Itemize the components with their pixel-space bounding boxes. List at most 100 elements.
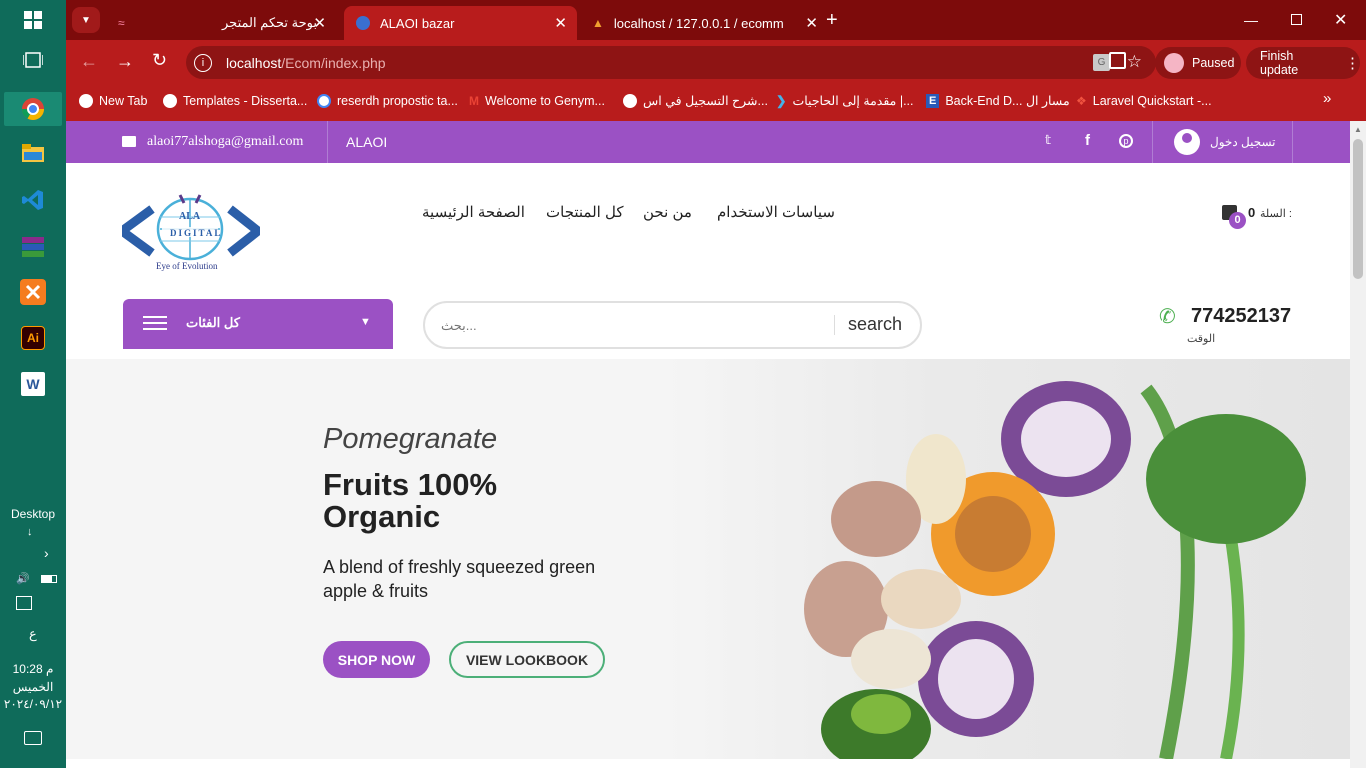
categories-dropdown[interactable]: كل الفئات ▼ <box>123 299 393 349</box>
clock-date[interactable]: ٢٠٢٤/٠٩/١٢ <box>0 697 66 711</box>
phone-number[interactable]: 774252137 <box>1191 305 1291 328</box>
tab-strip: ▼ ≈ بوحة تحكم المتجر ✕ ALAOI bazar ✕ ▲ l… <box>66 0 1366 40</box>
vscode-icon[interactable] <box>18 185 48 215</box>
page-scrollbar[interactable]: ▲ <box>1350 121 1366 768</box>
address-bar[interactable]: i localhost /Ecom/index.php G ☆ <box>186 46 1156 79</box>
phone-subtitle: الوقت <box>1187 333 1216 345</box>
bookmark-label: Welcome to Genym... <box>485 93 605 108</box>
flutter-icon: ❯ <box>776 94 787 108</box>
hero-subtitle: Pomegranate <box>323 423 498 455</box>
nav-all-products[interactable]: كل المنتجات <box>546 203 624 221</box>
gmail-icon: M <box>469 93 479 108</box>
close-tab-icon[interactable]: ✕ <box>805 14 818 32</box>
laravel-icon: ❖ <box>1076 93 1087 108</box>
brand-name: ALAOI <box>346 134 388 150</box>
nav-home[interactable]: الصفحة الرئيسية <box>422 203 525 221</box>
restore-window-icon[interactable] <box>1291 14 1302 25</box>
desktop-label[interactable]: Desktop <box>0 507 66 521</box>
search-input[interactable] <box>441 313 831 337</box>
tab-phpmyadmin[interactable]: ▲ localhost / 127.0.0.1 / ecommer ✕ <box>580 6 828 40</box>
cart-widget[interactable]: 0 0 السلة : <box>1220 199 1295 229</box>
word-icon[interactable]: W <box>21 372 45 396</box>
forward-arrow-icon[interactable]: → <box>116 51 134 72</box>
new-tab-plus-icon[interactable]: + <box>826 9 838 32</box>
chrome-taskbar-icon[interactable] <box>4 92 62 126</box>
minimize-window-icon[interactable]: — <box>1244 12 1258 28</box>
network-icon[interactable] <box>16 596 32 610</box>
input-language[interactable]: ع <box>29 626 37 642</box>
reload-icon[interactable]: ↻ <box>152 50 167 71</box>
nav-about-us[interactable]: من نحن <box>643 203 692 221</box>
clock-time[interactable]: 10:28 م <box>0 662 66 676</box>
view-lookbook-button[interactable]: VIEW LOOKBOOK <box>449 641 605 678</box>
illustrator-icon[interactable]: Ai <box>21 326 45 350</box>
paused-profile-button[interactable]: Paused <box>1155 47 1241 79</box>
battery-icon[interactable] <box>41 575 57 583</box>
close-tab-icon[interactable]: ✕ <box>554 14 567 32</box>
bookmark-item[interactable]: شرح التسجيل في اس... <box>623 84 768 117</box>
globe-icon <box>163 93 177 108</box>
bookmark-item[interactable]: ❖ Laravel Quickstart -... <box>1076 84 1212 117</box>
bookmark-star-icon[interactable]: ☆ <box>1127 52 1142 72</box>
file-explorer-icon[interactable] <box>18 138 48 168</box>
search-button[interactable]: search <box>848 314 902 335</box>
pinterest-icon[interactable]: p <box>1119 134 1133 148</box>
bookmark-item[interactable]: E Back-End D... مسار ال <box>926 84 1070 117</box>
tab-label: localhost / 127.0.0.1 / ecommer <box>613 15 784 31</box>
kebab-menu-icon[interactable]: ⋮ <box>1345 54 1360 72</box>
bookmark-item[interactable]: ❯ مقدمة إلى الحاجيات |... <box>776 84 913 117</box>
tab-search-button[interactable]: ▼ <box>72 7 100 33</box>
bookmarks-overflow-icon[interactable]: » <box>1323 90 1331 107</box>
extensions-icon[interactable] <box>1109 52 1126 69</box>
winrar-icon[interactable] <box>18 232 48 262</box>
contact-email[interactable]: alaoi77alshoga@gmail.com <box>147 134 303 150</box>
site-info-icon[interactable]: i <box>194 53 212 72</box>
hero-banner: Pomegranate Fruits 100% Organic A blend … <box>66 359 1350 759</box>
search-form: search <box>423 301 922 349</box>
chevron-right-icon[interactable]: › <box>44 545 49 561</box>
divider <box>1292 121 1293 163</box>
twitter-icon[interactable]: 𝕥 <box>1045 132 1051 148</box>
finish-update-button[interactable]: Finish update ⋮ <box>1246 47 1360 79</box>
browser-chrome: ▼ ≈ بوحة تحكم المتجر ✕ ALAOI bazar ✕ ▲ l… <box>66 0 1366 121</box>
hamburger-menu-icon <box>143 316 167 330</box>
bookmark-item[interactable]: Templates - Disserta... <box>163 84 307 117</box>
bookmark-label: شرح التسجيل في اس... <box>643 94 768 108</box>
chevron-down-icon[interactable]: ↓ <box>27 526 33 538</box>
bookmark-item[interactable]: reserdh propostic ta... <box>317 84 458 117</box>
back-arrow-icon[interactable]: ← <box>80 51 98 72</box>
shop-now-button[interactable]: SHOP NOW <box>323 641 430 678</box>
cart-badge: 0 <box>1229 212 1246 229</box>
clock-day[interactable]: الخميس <box>0 680 66 694</box>
close-tab-icon[interactable]: ✕ <box>313 14 326 32</box>
nav-usage-policies[interactable]: سياسات الاستخدام <box>717 203 835 221</box>
facebook-icon[interactable]: f <box>1085 132 1090 149</box>
site-logo[interactable]: ALA DIGITAL Eye of Evolution <box>114 191 266 273</box>
volume-icon[interactable]: 🔊 <box>16 572 30 585</box>
logo-tagline: Eye of Evolution <box>156 261 218 271</box>
top-bar: alaoi77alshoga@gmail.com ALAOI 𝕥 f p تسج… <box>66 121 1350 163</box>
phone-contact: ✆ 774252137 الوقت <box>1159 301 1299 351</box>
scrollbar-thumb[interactable] <box>1353 139 1363 279</box>
scroll-up-arrow-icon[interactable]: ▲ <box>1354 125 1362 134</box>
url-host: localhost <box>226 54 282 71</box>
windows-start-icon[interactable] <box>18 5 48 35</box>
cart-total: 0 <box>1248 205 1256 220</box>
tab-store-dashboard[interactable]: ≈ بوحة تحكم المتجر ✕ <box>106 6 336 40</box>
tab-alaoi-bazar[interactable]: ALAOI bazar ✕ <box>344 6 577 40</box>
logo-mid-text: DIGITAL <box>170 228 223 238</box>
notifications-icon[interactable] <box>24 731 42 745</box>
close-window-icon[interactable]: ✕ <box>1334 10 1347 30</box>
bookmarks-bar: New Tab Templates - Disserta... reserdh … <box>66 84 1366 121</box>
bookmark-label: New Tab <box>99 93 148 108</box>
translate-icon[interactable]: G <box>1093 54 1110 71</box>
bookmark-item[interactable]: New Tab <box>79 84 147 117</box>
url-path: /Ecom/index.php <box>281 54 386 71</box>
xampp-icon[interactable] <box>20 279 46 305</box>
login-link[interactable]: تسجيل دخول <box>1174 129 1276 155</box>
task-view-icon[interactable] <box>18 45 48 75</box>
bookmark-item[interactable]: M Welcome to Genym... <box>469 84 605 117</box>
hero-title: Fruits 100% Organic <box>323 467 498 534</box>
audio-wave-icon: ≈ <box>118 16 125 30</box>
bookmark-label: Back-End D... مسار ال <box>945 94 1070 108</box>
